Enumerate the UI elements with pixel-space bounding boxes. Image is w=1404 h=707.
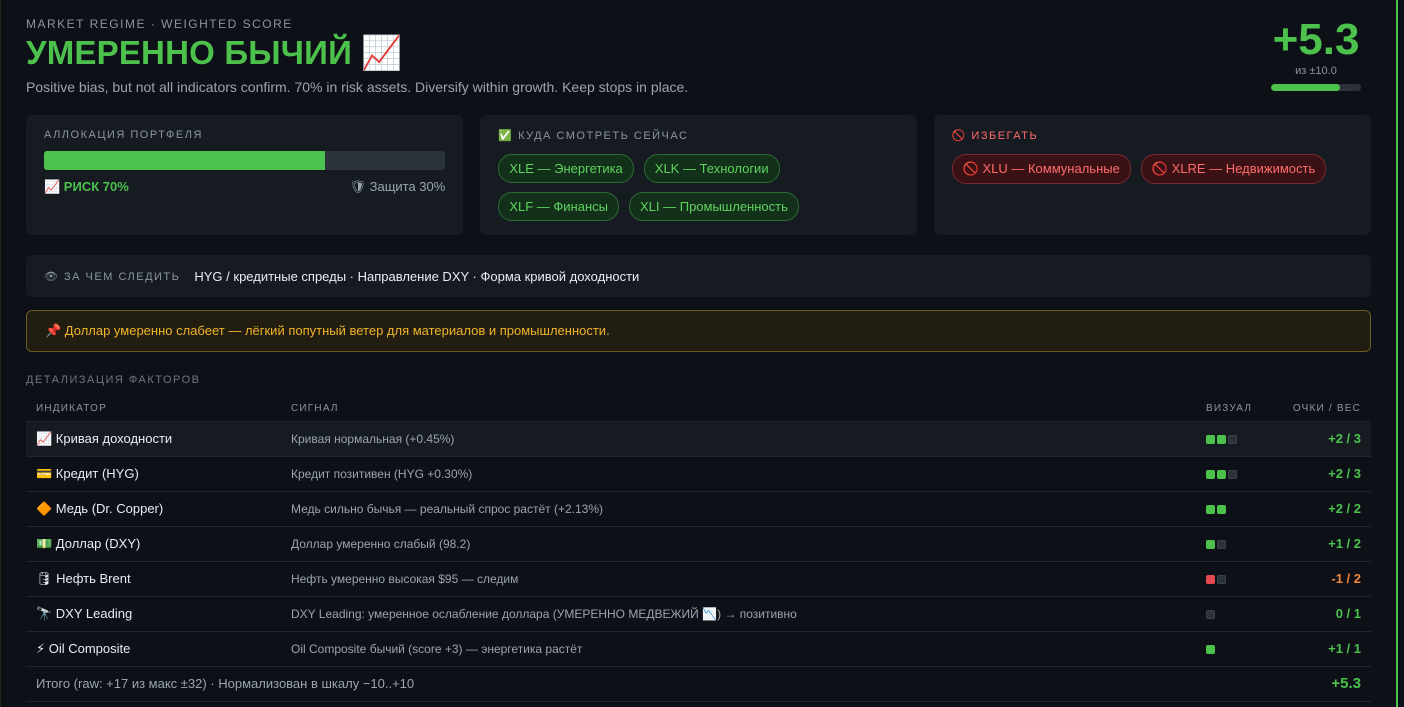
avoid-card: 🚫 ИЗБЕГАТЬ 🚫 XLU — Коммунальные 🚫 XLRE —… [933, 115, 1371, 235]
indicator-points: 0 / 1 [1271, 596, 1371, 632]
weight-square-filled [1206, 504, 1215, 514]
indicator-name: 🔭 DXY Leading [26, 596, 281, 632]
regime-subtitle: Positive bias, but not all indicators co… [26, 79, 689, 95]
weight-square-filled [1206, 469, 1215, 479]
weight-visual [1196, 491, 1271, 527]
allocation-risk-fill [44, 151, 325, 170]
indicator-signal: Кредит позитивен (HYG +0.30%) [281, 456, 1196, 492]
indicator-points: +1 / 2 [1271, 526, 1371, 562]
sector-chip-xlk[interactable]: XLK — Технологии [643, 154, 780, 183]
weight-square-empty [1217, 574, 1226, 584]
total-row: Итого (raw: +17 из макс ±32) · Нормализо… [26, 665, 1371, 702]
indicator-signal: Oil Composite бычий (score +3) — энергет… [281, 631, 1196, 667]
dollar-note: 📌 Доллар умеренно слабеет — лёгкий попут… [26, 310, 1371, 352]
weight-square-empty [1228, 434, 1237, 444]
weight-visual [1196, 631, 1271, 667]
indicator-name: 📈 Кривая доходности [26, 421, 281, 457]
risk-label: 📈 РИСК 70% [44, 179, 129, 194]
weight-visual [1196, 561, 1271, 597]
score-scale: из ±10.0 [1295, 65, 1337, 77]
weight-visual [1196, 456, 1271, 492]
weight-square-filled [1217, 469, 1226, 479]
weight-square-filled [1206, 539, 1215, 549]
weight-visual [1196, 421, 1271, 457]
indicator-signal: Медь сильно бычья — реальный спрос растё… [281, 491, 1196, 527]
table-row: 📈 Кривая доходности Кривая нормальная (+… [26, 421, 1371, 457]
weight-visual [1196, 596, 1271, 632]
sector-chip-xlf[interactable]: XLF — Финансы [498, 192, 619, 221]
watch-label: ✅ КУДА СМОТРЕТЬ СЕЙЧАС [498, 130, 689, 142]
indicator-points: +1 / 1 [1271, 631, 1371, 667]
table-row: 🛢 Нефть Brent Нефть умеренно высокая $95… [26, 561, 1371, 597]
indicator-signal: Доллар умеренно слабый (98.2) [281, 526, 1196, 562]
allocation-bar [44, 151, 446, 170]
header: MARKET REGIME · WEIGHTED SCORE УМЕРЕННО … [26, 17, 1371, 117]
avoid-label: 🚫 ИЗБЕГАТЬ [951, 130, 1039, 142]
indicator-name: 💵 Доллар (DXY) [26, 526, 281, 562]
indicator-signal: Нефть умеренно высокая $95 — следим [281, 561, 1196, 597]
weight-square-filled [1217, 434, 1226, 444]
watch-card: ✅ КУДА СМОТРЕТЬ СЕЙЧАС XLE — Энергетика … [480, 115, 917, 235]
score-bar-fill [1271, 84, 1340, 91]
weight-square-empty [1217, 539, 1226, 549]
indicator-signal: Кривая нормальная (+0.45%) [281, 421, 1196, 457]
watchlist-label: 👁 ЗА ЧЕМ СЛЕДИТЬ [44, 270, 181, 283]
indicator-name: 🔶 Медь (Dr. Copper) [26, 491, 281, 527]
allocation-card: АЛЛОКАЦИЯ ПОРТФЕЛЯ 📈 РИСК 70% 🛡 Защита 3… [26, 115, 464, 235]
col-indicator: ИНДИКАТОР [26, 396, 281, 422]
regime-title: УМЕРЕННО БЫЧИЙ 📈 [26, 34, 403, 71]
col-points: ОЧКИ / ВЕС [1271, 396, 1371, 422]
watchlist-bar: 👁 ЗА ЧЕМ СЛЕДИТЬ HYG / кредитные спреды … [26, 255, 1371, 297]
indicator-points: +2 / 2 [1271, 491, 1371, 527]
total-text: Итого (raw: +17 из макс ±32) · Нормализо… [26, 665, 1271, 702]
col-visual: ВИЗУАЛ [1196, 396, 1271, 422]
indicator-name: 🛢 Нефть Brent [26, 561, 281, 597]
factors-label: ДЕТАЛИЗАЦИЯ ФАКТОРОВ [26, 374, 201, 386]
sector-chip-xli[interactable]: XLI — Промышленность [628, 192, 799, 221]
weight-square-negative [1206, 574, 1215, 584]
indicator-signal: DXY Leading: умеренное ослабление доллар… [281, 596, 1196, 632]
weight-square-empty [1228, 469, 1237, 479]
weight-square-filled [1217, 504, 1226, 514]
protect-label: 🛡 Защита 30% [349, 179, 446, 194]
indicator-points: +2 / 3 [1271, 456, 1371, 492]
score-bar [1271, 84, 1361, 91]
weight-square-filled [1206, 434, 1215, 444]
indicator-points: -1 / 2 [1271, 561, 1371, 597]
avoid-chip-xlu[interactable]: 🚫 XLU — Коммунальные [951, 154, 1131, 184]
table-row: 🔭 DXY Leading DXY Leading: умеренное осл… [26, 596, 1371, 632]
weight-square-filled [1206, 644, 1215, 654]
header-kicker: MARKET REGIME · WEIGHTED SCORE [26, 17, 293, 31]
weight-visual [1196, 526, 1271, 562]
score-value: +5.3 [1272, 15, 1360, 64]
table-row: 💳 Кредит (HYG) Кредит позитивен (HYG +0.… [26, 456, 1371, 492]
watchlist-text: HYG / кредитные спреды · Направление DXY… [194, 268, 640, 284]
indicator-points: +2 / 3 [1271, 421, 1371, 457]
col-signal: СИГНАЛ [281, 396, 1196, 422]
weight-square-empty [1206, 609, 1215, 619]
regime-panel: MARKET REGIME · WEIGHTED SCORE УМЕРЕННО … [0, 0, 1398, 707]
table-row: ⚡ Oil Composite Oil Composite бычий (sco… [26, 631, 1371, 667]
indicator-name: 💳 Кредит (HYG) [26, 456, 281, 492]
factors-table: ИНДИКАТОР СИГНАЛ ВИЗУАЛ ОЧКИ / ВЕС 📈 Кри… [26, 396, 1371, 702]
score-box: +5.3 из ±10.0 [1261, 17, 1371, 91]
sector-chip-xle[interactable]: XLE — Энергетика [498, 154, 634, 183]
allocation-label: АЛЛОКАЦИЯ ПОРТФЕЛЯ [44, 129, 203, 141]
avoid-chip-xlre[interactable]: 🚫 XLRE — Недвижимость [1140, 154, 1327, 184]
table-row: 💵 Доллар (DXY) Доллар умеренно слабый (9… [26, 526, 1371, 562]
indicator-name: ⚡ Oil Composite [26, 631, 281, 667]
table-row: 🔶 Медь (Dr. Copper) Медь сильно бычья — … [26, 491, 1371, 527]
total-score: +5.3 [1271, 665, 1371, 702]
